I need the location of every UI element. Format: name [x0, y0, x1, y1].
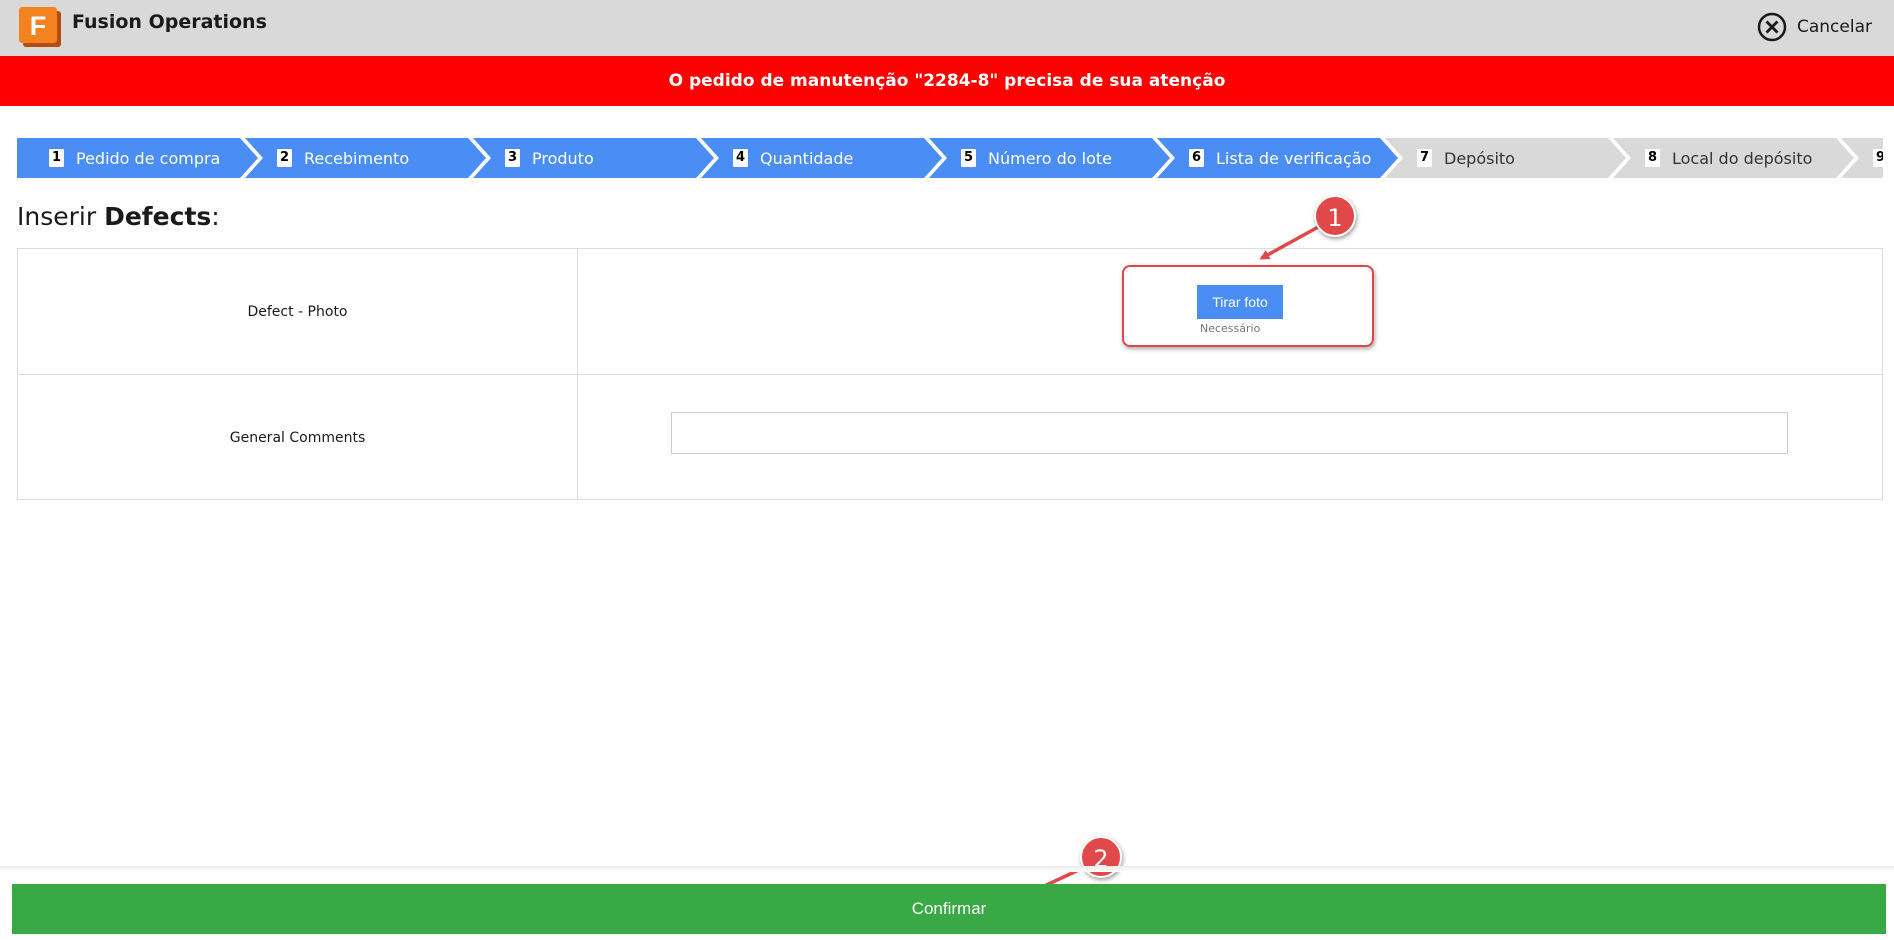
annotation-badge-1: 1 [1314, 195, 1356, 237]
page-title: Inserir Defects: [17, 202, 220, 231]
defects-form-table: Defect - Photo General Comments [17, 248, 1883, 500]
step-number: 6 [1189, 149, 1204, 167]
fusion-logo-icon: F [19, 7, 61, 47]
step-number: 7 [1417, 149, 1432, 167]
app-header: F Fusion Operations Cancelar [0, 0, 1894, 56]
page-title-prefix: Inserir [17, 202, 97, 231]
step-7[interactable]: 7 Depósito [1385, 138, 1626, 178]
step-label: Local do depósito [1672, 148, 1813, 168]
step-label: Quantidade [760, 148, 854, 168]
page-title-bold: Defects [104, 202, 212, 231]
step-label: Recebimento [304, 148, 410, 168]
step-8[interactable]: 8 Local do depósito [1613, 138, 1854, 178]
logo-letter: F [30, 11, 47, 41]
comments-field-label: General Comments [18, 375, 578, 500]
photo-field-label: Defect - Photo [18, 249, 578, 374]
cancel-button[interactable]: Cancelar [1757, 10, 1872, 44]
step-wizard: 1 Pedido de compra 2 Recebimento 3 Produ… [17, 138, 1883, 178]
step-4[interactable]: 4 Quantidade [701, 138, 942, 178]
step-number: 8 [1645, 149, 1660, 167]
step-number: 5 [961, 149, 976, 167]
step-number: 1 [49, 149, 64, 167]
step-label: Depósito [1444, 148, 1515, 168]
confirm-button[interactable]: Confirmar [12, 884, 1886, 934]
alert-banner: O pedido de manutenção "2284-8" precisa … [0, 56, 1894, 106]
step-number: 9 [1873, 149, 1883, 167]
step-label: Número do lote [988, 148, 1113, 168]
step-label: Lista de verificação [1216, 148, 1372, 168]
step-label: Produto [532, 148, 594, 168]
step-1[interactable]: 1 Pedido de compra [17, 138, 258, 178]
cancel-label: Cancelar [1797, 17, 1872, 37]
step-number: 3 [505, 149, 520, 167]
table-row: Defect - Photo [18, 249, 1882, 375]
app-root: F Fusion Operations Cancelar O pedido de… [0, 0, 1894, 940]
step-2[interactable]: 2 Recebimento [245, 138, 486, 178]
step-3[interactable]: 3 Produto [473, 138, 714, 178]
step-6[interactable]: 6 Lista de verificação [1157, 138, 1398, 178]
step-5[interactable]: 5 Número do lote [929, 138, 1170, 178]
step-label: Pedido de compra [76, 148, 221, 168]
general-comments-input[interactable] [671, 412, 1788, 454]
annotation-highlight-box [1122, 265, 1374, 347]
footer-divider [0, 866, 1894, 872]
page-title-suffix: : [211, 202, 220, 231]
step-number: 4 [733, 149, 748, 167]
app-title: Fusion Operations [72, 11, 267, 33]
step-number: 2 [277, 149, 292, 167]
close-circle-icon [1757, 12, 1787, 42]
